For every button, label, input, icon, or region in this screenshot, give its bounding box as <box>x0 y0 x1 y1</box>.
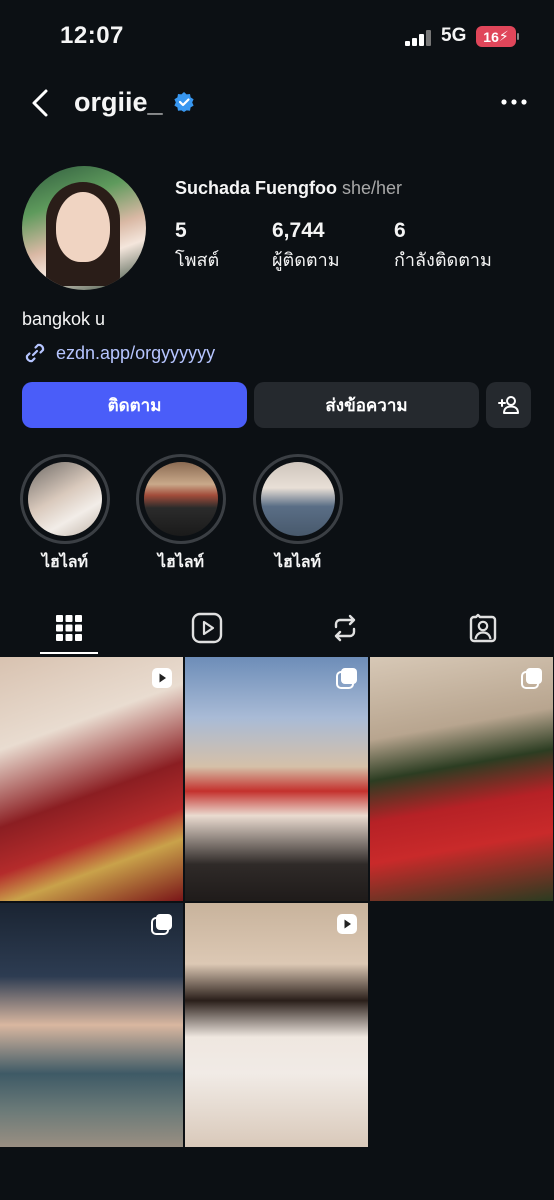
tab-posts-grid[interactable] <box>0 600 138 656</box>
profile-avatar[interactable] <box>22 166 146 290</box>
add-person-icon <box>497 396 519 414</box>
post-thumbnail[interactable] <box>370 657 553 901</box>
carousel-badge-icon <box>336 668 357 689</box>
stat-posts-label: โพสต์ <box>175 250 220 270</box>
post-thumbnail[interactable] <box>0 657 183 901</box>
stat-followers[interactable]: 6,744 ผู้ติดตาม <box>272 219 340 274</box>
full-name-text: Suchada Fuengfoo <box>175 178 337 198</box>
profile-tabs <box>0 600 554 656</box>
stat-following[interactable]: 6 กำลังติดตาม <box>394 219 492 274</box>
story-highlight[interactable]: ไฮไลท์ <box>253 454 343 575</box>
profile-link-text: ezdn.app/orgyyyyyy <box>56 342 216 363</box>
carousel-badge-icon <box>521 668 542 689</box>
verified-badge-icon <box>174 92 194 112</box>
highlight-label: ไฮไลท์ <box>157 554 205 571</box>
post-thumbnail[interactable] <box>185 903 368 1147</box>
battery-icon: 16 ⚡ <box>476 26 519 47</box>
message-button[interactable]: ส่งข้อความ <box>254 382 479 428</box>
reels-icon <box>191 612 223 644</box>
profile-header: orgiie_ <box>0 80 554 126</box>
reel-badge-icon <box>152 668 172 688</box>
back-arrow-icon[interactable] <box>24 86 58 120</box>
stat-following-count: 6 <box>394 219 406 242</box>
active-tab-indicator <box>40 652 98 654</box>
carousel-badge-icon <box>151 914 172 935</box>
tab-tagged[interactable] <box>414 600 552 656</box>
highlight-label: ไฮไลท์ <box>274 554 322 571</box>
highlight-label: ไฮไลท์ <box>41 554 89 571</box>
link-icon <box>25 343 45 363</box>
story-highlight[interactable]: ไฮไลท์ <box>136 454 226 575</box>
stat-posts-count: 5 <box>175 219 187 242</box>
grid-icon <box>56 615 82 641</box>
more-options-icon[interactable] <box>498 96 530 108</box>
profile-bio: bangkok u <box>22 309 106 329</box>
post-thumbnail[interactable] <box>185 657 368 901</box>
repost-icon <box>334 614 356 642</box>
follow-button[interactable]: ติดตาม <box>22 382 247 428</box>
stat-followers-label: ผู้ติดตาม <box>272 250 340 270</box>
post-thumbnail[interactable] <box>0 903 183 1147</box>
profile-full-name: Suchada Fuengfoo she/her <box>175 178 402 199</box>
suggest-people-button[interactable] <box>486 382 531 428</box>
stat-posts: 5 โพสต์ <box>175 219 219 274</box>
reel-badge-icon <box>337 914 357 934</box>
stat-following-label: กำลังติดตาม <box>394 250 492 270</box>
status-time: 12:07 <box>60 22 124 49</box>
profile-link[interactable]: ezdn.app/orgyyyyyy <box>22 340 215 366</box>
tagged-person-icon <box>469 613 497 643</box>
pronouns-text: she/her <box>342 178 403 198</box>
stat-followers-count: 6,744 <box>272 219 325 242</box>
tab-reels[interactable] <box>138 600 276 656</box>
network-label: 5G <box>441 25 467 46</box>
status-bar: 12:07 5G 16 ⚡ <box>0 0 554 74</box>
story-highlight[interactable]: ไฮไลท์ <box>20 454 110 575</box>
battery-level: 16 <box>483 28 499 45</box>
tab-reposts[interactable] <box>276 600 414 656</box>
profile-username: orgiie_ <box>74 87 163 117</box>
signal-icon <box>405 30 433 46</box>
